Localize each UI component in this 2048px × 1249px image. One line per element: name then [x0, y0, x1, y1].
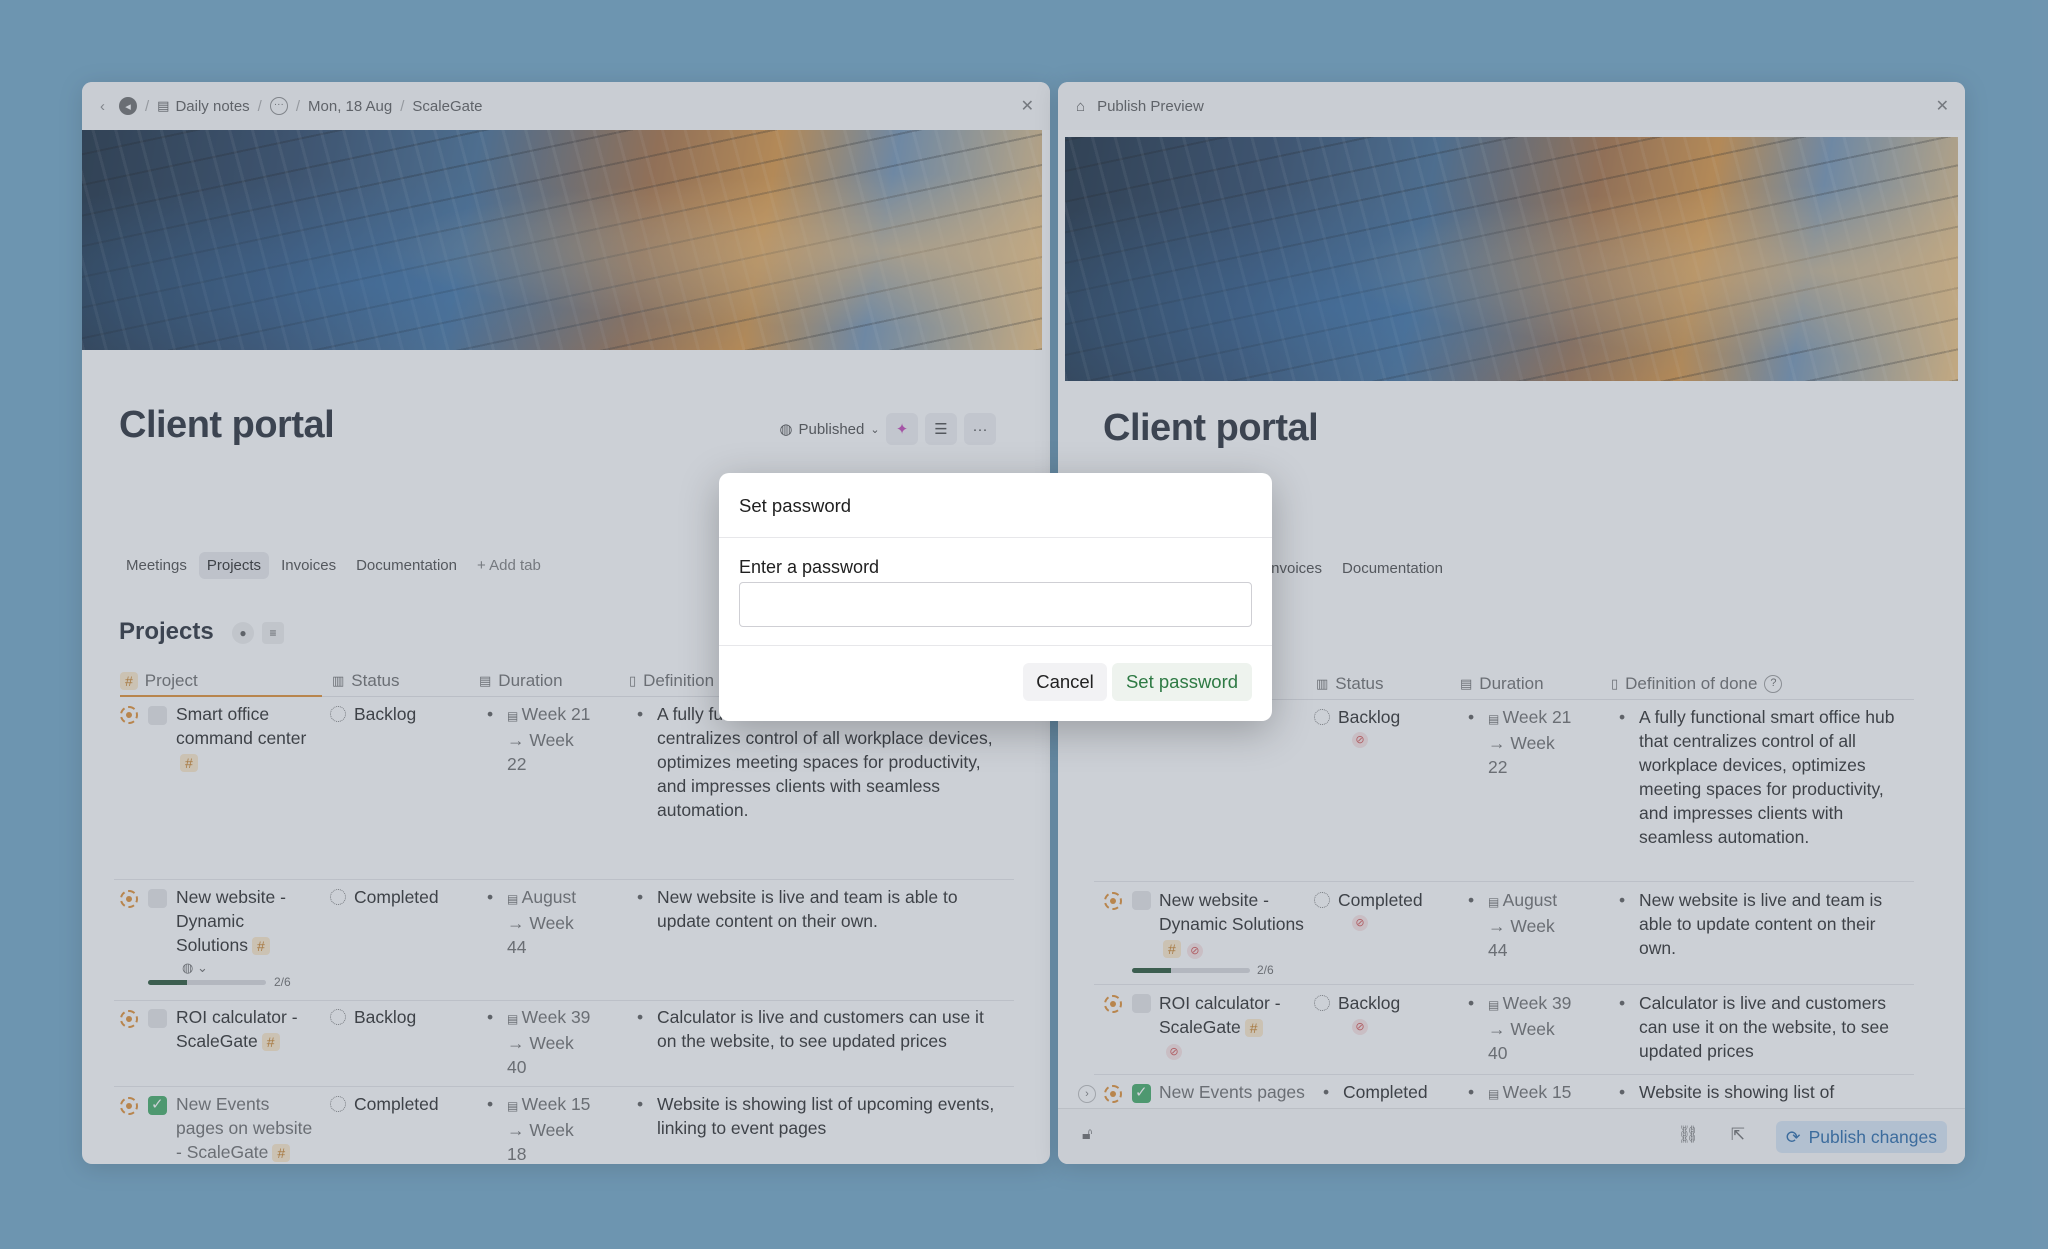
password-label: Enter a password — [739, 557, 880, 577]
cancel-button[interactable]: Cancel — [1023, 663, 1107, 701]
dialog-divider — [719, 645, 1272, 646]
password-input[interactable] — [739, 582, 1252, 627]
set-password-dialog: Set password Enter a password Cancel Set… — [719, 473, 1272, 721]
set-password-button[interactable]: Set password — [1112, 663, 1252, 701]
dialog-divider — [719, 537, 1272, 538]
dialog-title: Set password — [739, 495, 852, 516]
